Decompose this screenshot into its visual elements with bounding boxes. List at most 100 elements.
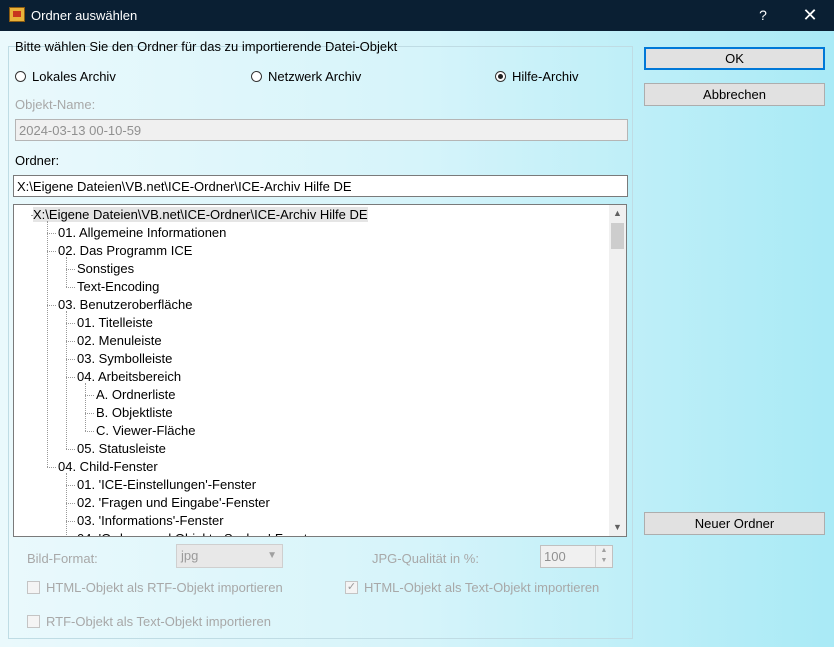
cancel-button[interactable]: Abbrechen: [644, 83, 825, 106]
radio-label: Hilfe-Archiv: [512, 68, 579, 84]
tree-item-label: 02. Das Programm ICE: [58, 243, 193, 258]
tree-item[interactable]: C. Viewer-Fläche: [96, 422, 195, 440]
dialog-window: Ordner auswählen ? ✕ Bitte wählen Sie de…: [0, 0, 834, 647]
tree-item[interactable]: 03. Symbolleiste: [77, 350, 172, 368]
dialog-client-area: Bitte wählen Sie den Ordner für das zu i…: [0, 31, 834, 647]
tree-item-label: A. Ordnerliste: [96, 387, 176, 402]
image-format-label: Bild-Format:: [27, 551, 98, 566]
scroll-up-icon[interactable]: ▲: [609, 205, 626, 222]
check-icon: ✓: [345, 580, 358, 594]
object-name-input[interactable]: [15, 119, 628, 141]
tree-connector: [66, 473, 67, 536]
tree-item[interactable]: 01. Allgemeine Informationen: [58, 224, 226, 242]
radio-help-archive[interactable]: Hilfe-Archiv: [495, 68, 578, 84]
tree-connector: [66, 359, 75, 360]
tree-connector: [66, 377, 75, 378]
help-button[interactable]: ?: [740, 0, 786, 31]
checkbox-rtf-as-text[interactable]: RTF-Objekt als Text-Objekt importieren: [27, 613, 271, 629]
tree-connector: [66, 341, 75, 342]
ok-button[interactable]: OK: [644, 47, 825, 70]
spin-down-icon[interactable]: ▼: [596, 556, 612, 566]
tree-item[interactable]: 02. Menuleiste: [77, 332, 162, 350]
tree-item[interactable]: 04. Arbeitsbereich: [77, 368, 181, 386]
tree-connector: [66, 503, 75, 504]
tree-connector: [66, 323, 75, 324]
tree-connector: [47, 467, 56, 468]
radio-label: Lokales Archiv: [32, 68, 116, 84]
tree-item[interactable]: Sonstiges: [77, 260, 134, 278]
checkbox-html-as-rtf[interactable]: HTML-Objekt als RTF-Objekt importieren: [27, 579, 283, 595]
title-bar[interactable]: Ordner auswählen ? ✕: [0, 0, 834, 31]
tree-item[interactable]: B. Objektliste: [96, 404, 173, 422]
tree-connector: [66, 311, 67, 449]
tree-item-label: Sonstiges: [77, 261, 135, 276]
tree-connector: [66, 269, 75, 270]
jpg-quality-label: JPG-Qualität in %:: [372, 551, 479, 566]
tree-connector: [85, 395, 94, 396]
tree-item-label: 01. Allgemeine Informationen: [58, 225, 227, 240]
checkbox-icon: [27, 580, 40, 594]
tree-item[interactable]: 04. Child-Fenster: [58, 458, 158, 476]
tree-item-label: Text-Encoding: [77, 279, 160, 294]
checkbox-icon: [27, 614, 40, 628]
tree-item-label: 02. 'Fragen und Eingabe'-Fenster: [77, 495, 270, 510]
radio-circle-icon: [15, 70, 26, 82]
tree-scrollbar[interactable]: ▲ ▼: [609, 205, 626, 536]
object-name-label: Objekt-Name:: [15, 97, 96, 112]
tree-item-label: 03. 'Informations'-Fenster: [77, 513, 224, 528]
tree-item[interactable]: Text-Encoding: [77, 278, 159, 296]
tree-connector: [66, 521, 75, 522]
tree-connector: [66, 287, 75, 288]
checkbox-html-as-text[interactable]: ✓ HTML-Objekt als Text-Objekt importiere…: [345, 579, 599, 595]
tree-item[interactable]: A. Ordnerliste: [96, 386, 175, 404]
radio-checked-icon: [495, 70, 506, 82]
tree-connector: [47, 251, 56, 252]
spinner-buttons: ▲ ▼: [595, 546, 612, 567]
tree-connector: [47, 233, 56, 234]
scroll-down-icon[interactable]: ▼: [609, 519, 626, 536]
window-title: Ordner auswählen: [31, 8, 138, 23]
tree-item[interactable]: 03. 'Informations'-Fenster: [77, 512, 224, 530]
groupbox-caption: Bitte wählen Sie den Ordner für das zu i…: [15, 39, 398, 54]
tree-item-label: 04. 'Ordner- und Objekte-Suchen'-Fenster: [77, 531, 319, 536]
tree-item[interactable]: 01. Titelleiste: [77, 314, 153, 332]
folder-path-input[interactable]: [13, 175, 628, 197]
tree-item-label: 02. Menuleiste: [77, 333, 162, 348]
jpg-quality-stepper[interactable]: 100 ▲ ▼: [540, 545, 613, 568]
tree-item[interactable]: 05. Statusleiste: [77, 440, 166, 458]
tree-item[interactable]: 03. Benutzeroberfläche: [58, 296, 192, 314]
tree-item[interactable]: 02. 'Fragen und Eingabe'-Fenster: [77, 494, 270, 512]
tree-item-label: X:\Eigene Dateien\VB.net\ICE-Ordner\ICE-…: [33, 207, 368, 222]
tree-item-label: 04. Arbeitsbereich: [77, 369, 182, 384]
spin-up-icon[interactable]: ▲: [596, 546, 612, 556]
tree-item-label: 01. Titelleiste: [77, 315, 153, 330]
tree-item-label: 05. Statusleiste: [77, 441, 166, 456]
new-folder-button[interactable]: Neuer Ordner: [644, 512, 825, 535]
tree-item-label: 03. Symbolleiste: [77, 351, 173, 366]
tree-item[interactable]: 04. 'Ordner- und Objekte-Suchen'-Fenster: [77, 530, 319, 536]
tree-connector: [47, 305, 56, 306]
radio-circle-icon: [251, 70, 262, 82]
app-icon: [9, 7, 25, 22]
tree-item[interactable]: 02. Das Programm ICE: [58, 242, 192, 260]
tree-item-label: 04. Child-Fenster: [58, 459, 158, 474]
radio-local-archive[interactable]: Lokales Archiv: [15, 68, 116, 84]
tree-connector: [47, 221, 48, 467]
radio-network-archive[interactable]: Netzwerk Archiv: [251, 68, 361, 84]
tree-connector: [66, 257, 67, 287]
close-button[interactable]: ✕: [787, 0, 833, 31]
tree-item-label: C. Viewer-Fläche: [96, 423, 196, 438]
folder-tree[interactable]: X:\Eigene Dateien\VB.net\ICE-Ordner\ICE-…: [13, 204, 627, 537]
checkbox-label: HTML-Objekt als Text-Objekt importieren: [364, 579, 600, 595]
radio-label: Netzwerk Archiv: [268, 68, 362, 84]
scroll-thumb[interactable]: [611, 223, 624, 249]
tree-connector: [85, 413, 94, 414]
tree-item[interactable]: 01. 'ICE-Einstellungen'-Fenster: [77, 476, 256, 494]
tree-connector: [85, 431, 94, 432]
chevron-down-icon: ▼: [267, 550, 277, 561]
image-format-select[interactable]: jpg ▼: [176, 544, 283, 568]
folder-tree-items: X:\Eigene Dateien\VB.net\ICE-Ordner\ICE-…: [14, 205, 609, 536]
checkbox-label: HTML-Objekt als RTF-Objekt importieren: [46, 579, 283, 595]
image-format-value: jpg: [181, 548, 199, 563]
tree-item[interactable]: X:\Eigene Dateien\VB.net\ICE-Ordner\ICE-…: [33, 206, 368, 224]
